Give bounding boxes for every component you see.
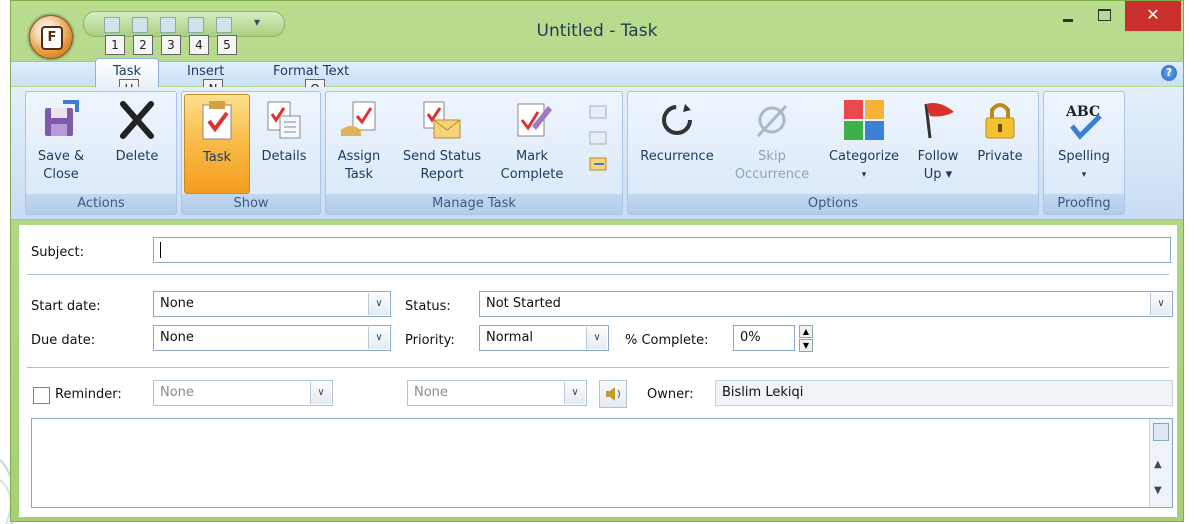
group-proofing: ABC Spelling ▾ Proofing [1043,91,1125,215]
percent-complete-input[interactable]: 0% [733,325,795,351]
send-task-icon[interactable] [588,156,608,172]
spelling-icon: ABC [1062,98,1106,142]
due-date-label: Due date: [31,333,96,348]
close-icon: ✕ [1146,5,1160,24]
reply-task-icon[interactable] [588,104,608,120]
save-close-icon [39,98,83,142]
task-icon [195,99,239,143]
percent-complete-spinner[interactable]: ▲ ▼ [799,325,813,352]
tab-format-text[interactable]: Format Text [273,64,349,79]
reminder-sound-button[interactable] [599,380,627,408]
mark-complete-icon [510,98,554,142]
delete-button[interactable]: Delete [104,94,170,166]
notes-body[interactable]: ▲ ▼ [31,418,1173,508]
send-status-icon [420,98,464,142]
divider [27,274,1169,275]
chevron-down-icon: ∨ [564,382,585,404]
group-manage-task: Assign Task Send Status Report Mark Comp… [325,91,623,215]
skip-occurrence-icon [750,98,794,142]
subject-input[interactable] [153,237,1171,263]
ribbon-tab-bar: Task Insert Format Text ? [11,58,1183,89]
private-icon [978,98,1022,142]
maximize-icon [1098,9,1111,21]
owner-label: Owner: [647,387,694,402]
group-options: Recurrence Skip Occurrence Categorize ▾ [627,91,1039,215]
group-label-options: Options [628,194,1038,214]
tab-insert[interactable]: Insert [187,64,224,79]
notes-scrollbar[interactable]: ▲ ▼ [1149,419,1172,507]
delete-icon [115,98,159,142]
owner-field: Bislim Lekiqi [715,380,1173,406]
priority-dropdown[interactable]: Normal ∨ [479,325,609,351]
reminder-time-dropdown[interactable]: None ∨ [407,380,587,406]
group-actions: Save & Close Delete Actions [25,91,177,215]
spelling-button[interactable]: ABC Spelling ▾ [1048,94,1120,184]
task-window: F ▾ 1 2 3 4 5 Untitled - Task ✕ Task Ins… [10,0,1184,522]
reminder-label: Reminder: [55,387,122,402]
save-close-button[interactable]: Save & Close [30,94,92,184]
due-date-dropdown[interactable]: None ∨ [153,325,391,351]
chevron-down-icon: ∨ [1150,293,1171,315]
text-cursor [160,242,161,258]
minimize-button[interactable] [1051,1,1085,31]
reminder-date-dropdown[interactable]: None ∨ [153,380,333,406]
task-view-button[interactable]: Task [184,94,250,194]
group-label-show: Show [182,194,320,214]
forward-task-icon[interactable] [588,130,608,146]
categorize-button[interactable]: Categorize ▾ [822,94,906,184]
subject-label: Subject: [31,245,84,260]
minimize-icon [1063,19,1073,22]
group-label-actions: Actions [26,194,176,214]
private-button[interactable]: Private [968,94,1032,166]
start-date-label: Start date: [31,299,101,314]
send-status-report-button[interactable]: Send Status Report [394,94,490,184]
priority-label: Priority: [405,333,455,348]
categorize-icon [842,98,886,142]
follow-up-icon [916,98,960,142]
form-region-icon[interactable] [1153,423,1169,441]
mark-complete-button[interactable]: Mark Complete [494,94,570,184]
details-icon [262,98,306,142]
assign-task-icon [337,98,381,142]
scroll-up-icon[interactable]: ▲ [1154,459,1162,470]
status-label: Status: [405,299,451,314]
follow-up-button[interactable]: Follow Up ▾ [910,94,966,184]
assign-task-button[interactable]: Assign Task [328,94,390,184]
ribbon: Save & Close Delete Actions Task Details… [11,87,1183,220]
spin-up-icon[interactable]: ▲ [799,325,813,338]
start-date-dropdown[interactable]: None ∨ [153,291,391,317]
group-label-manage-task: Manage Task [326,194,622,214]
chevron-down-icon: ∨ [368,327,389,349]
chevron-down-icon: ∨ [310,382,331,404]
chevron-down-icon: ∨ [586,327,607,349]
recurrence-icon [655,98,699,142]
group-label-proofing: Proofing [1044,194,1124,214]
percent-complete-label: % Complete: [625,333,709,348]
group-show: Task Details Show [181,91,321,215]
scroll-down-icon[interactable]: ▼ [1154,485,1162,496]
spin-down-icon[interactable]: ▼ [799,339,813,352]
svg-text:ABC: ABC [1065,104,1100,120]
recurrence-button[interactable]: Recurrence [632,94,722,166]
title-bar: F ▾ 1 2 3 4 5 Untitled - Task ✕ [11,1,1183,61]
status-dropdown[interactable]: Not Started ∨ [479,291,1173,317]
window-title: Untitled - Task [536,21,658,41]
details-button[interactable]: Details [252,94,316,166]
help-icon[interactable]: ? [1161,65,1177,81]
maximize-button[interactable] [1087,1,1121,31]
divider [27,367,1169,368]
reminder-checkbox[interactable] [33,387,50,404]
task-form: Subject: Start date: None ∨ Status: Not … [19,225,1177,517]
chevron-down-icon: ∨ [368,293,389,315]
skip-occurrence-button[interactable]: Skip Occurrence [726,94,818,184]
speaker-icon [606,387,620,401]
close-button[interactable]: ✕ [1125,1,1181,31]
